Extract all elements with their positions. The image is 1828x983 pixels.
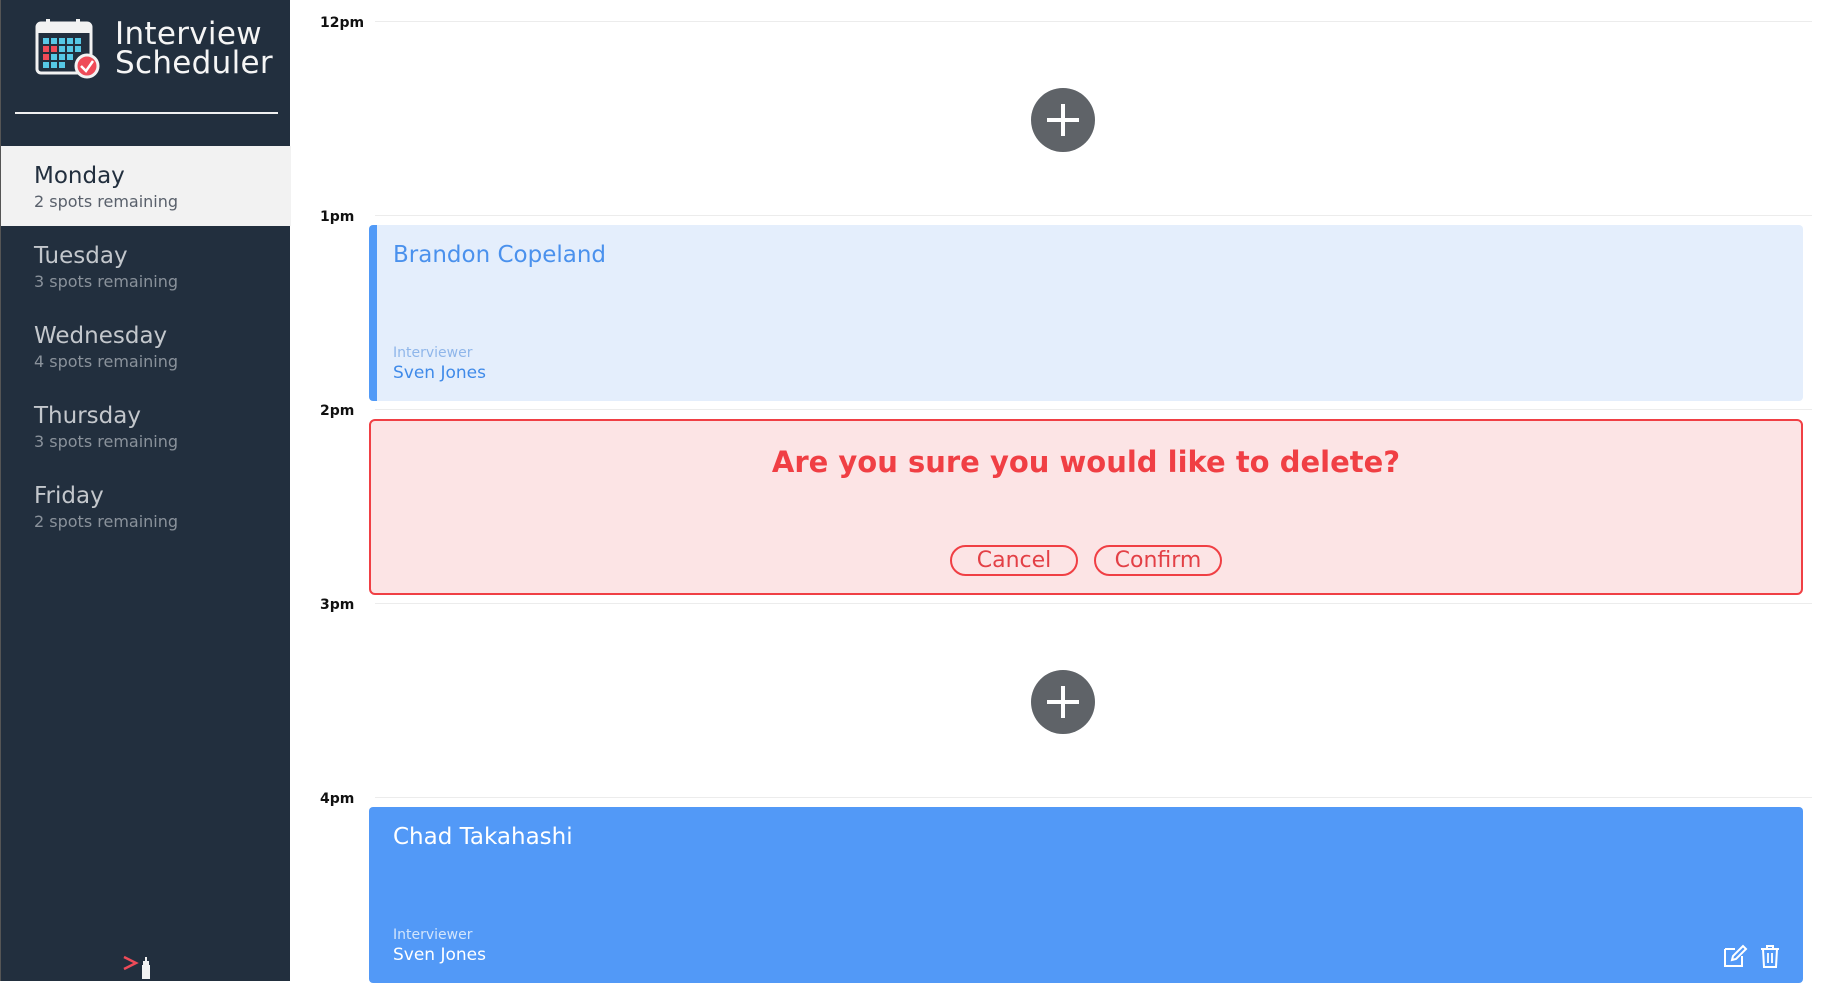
slot-3pm: 3pm xyxy=(290,582,1828,776)
brand: Interview Scheduler xyxy=(35,17,273,81)
day-spots: 3 spots remaining xyxy=(34,272,179,291)
lighthouse-logo-icon xyxy=(123,955,150,979)
slot-divider xyxy=(375,797,1812,798)
day-spots: 3 spots remaining xyxy=(34,432,179,451)
appointment-card[interactable]: Brandon Copeland Interviewer Sven Jones xyxy=(369,225,1803,401)
slot-4pm: 4pm Chad Takahashi Interviewer Sven Jone… xyxy=(290,776,1828,983)
interviewer-name: Sven Jones xyxy=(393,945,486,965)
day-item-monday[interactable]: Monday 2 spots remaining xyxy=(1,146,291,226)
day-item-tuesday[interactable]: Tuesday 3 spots remaining xyxy=(1,226,291,306)
app-title: Interview Scheduler xyxy=(115,16,273,81)
delete-confirmation: Are you sure you would like to delete? C… xyxy=(369,419,1803,595)
slot-divider xyxy=(375,215,1812,216)
day-spots: 4 spots remaining xyxy=(34,352,179,371)
day-name: Wednesday xyxy=(34,323,168,349)
appointment-card[interactable]: Chad Takahashi Interviewer Sven Jones xyxy=(369,807,1803,983)
appointment-actions xyxy=(1722,943,1783,969)
cancel-button[interactable]: Cancel xyxy=(950,545,1078,576)
day-name: Thursday xyxy=(34,403,141,429)
confirm-button[interactable]: Confirm xyxy=(1094,545,1222,576)
student-name: Chad Takahashi xyxy=(393,824,573,850)
slot-time: 3pm xyxy=(320,597,355,613)
day-item-friday[interactable]: Friday 2 spots remaining xyxy=(1,466,291,546)
slot-1pm: 1pm Brandon Copeland Interviewer Sven Jo… xyxy=(290,194,1828,401)
day-name: Friday xyxy=(34,483,104,509)
interviewer-label: Interviewer xyxy=(393,927,473,943)
day-item-thursday[interactable]: Thursday 3 spots remaining xyxy=(1,386,291,466)
interviewer-name: Sven Jones xyxy=(393,363,486,383)
slot-time: 2pm xyxy=(320,403,355,419)
confirm-message: Are you sure you would like to delete? xyxy=(771,445,1401,479)
day-name: Tuesday xyxy=(34,243,128,269)
add-appointment-button[interactable] xyxy=(1031,670,1095,734)
calendar-check-icon xyxy=(35,19,100,79)
brand-divider xyxy=(15,112,278,114)
slot-divider xyxy=(375,603,1812,604)
schedule: 12pm 1pm Brandon Copeland Interviewer Sv… xyxy=(290,0,1828,983)
day-name: Monday xyxy=(34,163,125,189)
student-name: Brandon Copeland xyxy=(393,242,607,268)
day-list: Monday 2 spots remaining Tuesday 3 spots… xyxy=(1,146,291,546)
slot-time: 4pm xyxy=(320,791,355,807)
sidebar: Interview Scheduler Monday 2 spots remai… xyxy=(0,0,291,981)
day-spots: 2 spots remaining xyxy=(34,512,179,531)
edit-icon[interactable] xyxy=(1722,943,1748,969)
interviewer-label: Interviewer xyxy=(393,345,473,361)
slot-time: 12pm xyxy=(320,15,365,31)
confirm-actions: Cancel Confirm xyxy=(371,545,1801,576)
add-appointment-button[interactable] xyxy=(1031,88,1095,152)
slot-divider xyxy=(375,409,1812,410)
day-item-wednesday[interactable]: Wednesday 4 spots remaining xyxy=(1,306,291,386)
day-spots: 2 spots remaining xyxy=(34,192,179,211)
trash-icon[interactable] xyxy=(1757,943,1783,969)
slot-divider xyxy=(375,21,1812,22)
slot-time: 1pm xyxy=(320,209,355,225)
slot-12pm: 12pm xyxy=(290,0,1828,194)
